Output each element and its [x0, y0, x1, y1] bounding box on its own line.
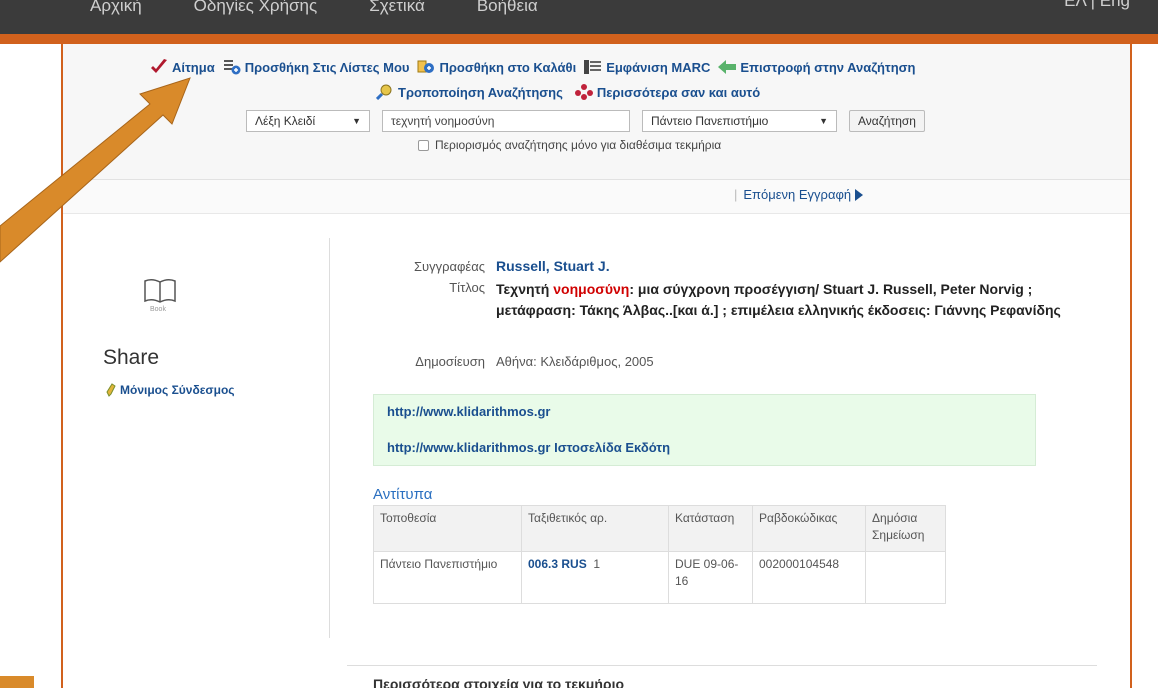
nav-home[interactable]: Αρχική [90, 0, 142, 16]
copies-heading: Αντίτυπα [373, 486, 433, 503]
marc-view-label: Εμφάνιση MARC [606, 59, 711, 75]
record-title: Τεχνητή νοημοσύνη: μια σύγχρονη προσέγγι… [496, 279, 1081, 321]
back-to-search-label: Επιστροφή στην Αναζήτηση [740, 59, 916, 75]
copy-callno-cell: 006.3 RUS 1 [521, 551, 669, 604]
nav-user-guide[interactable]: Οδηγίες Χρήσης [194, 0, 318, 16]
search-field-select[interactable]: Λέξη Κλειδί ▼ [246, 110, 370, 132]
table-row: Πάντειο Πανεπιστήμιο 006.3 RUS 1 DUE 09-… [373, 551, 946, 604]
language-switch[interactable]: ΕΛ | Eng [1064, 0, 1130, 11]
add-to-lists-label: Προσθήκη Στις Λίστες Μου [244, 59, 410, 75]
permalink-label: Μόνιμος Σύνδεσμος [120, 383, 235, 397]
library-select-value: Πάντειο Πανεπιστήμιο [651, 114, 769, 128]
record-actions-row1: Αίτημα Προσθήκη Στις Λίστες Μου Προσθήκη… [150, 59, 923, 75]
modify-search-label: Τροποποίηση Αναζήτησης [398, 84, 563, 100]
title-label: Τίτλος [449, 280, 485, 295]
column-header: Κατάσταση [668, 505, 753, 552]
cart-add-icon [417, 60, 435, 73]
more-info-heading[interactable]: Περισσότερα στοιχεία για το τεκμήριο [373, 676, 624, 688]
magnifier-icon [376, 84, 392, 100]
next-record-label: Επόμενη Εγγραφή [743, 187, 852, 202]
publication-value: Αθήνα: Κλειδάριθμος, 2005 [496, 354, 654, 369]
section-divider [347, 665, 1097, 666]
limit-available-checkbox[interactable] [418, 139, 429, 151]
copy-location: Πάντειο Πανεπιστήμιο [373, 551, 522, 604]
modify-search-button[interactable]: Τροποποίηση Αναζήτησης [376, 84, 563, 100]
chevron-down-icon: ▼ [352, 116, 361, 126]
add-to-cart-label: Προσθήκη στο Καλάθι [439, 59, 577, 75]
search-button[interactable]: Αναζήτηση [849, 110, 925, 132]
marc-view-button[interactable]: Εμφάνιση MARC [584, 59, 710, 75]
book-format-caption: Book [150, 306, 166, 313]
column-header: Ταξιθετικός αρ. [521, 505, 669, 552]
copy-number: 1 [593, 557, 601, 571]
marc-icon [584, 60, 602, 74]
column-header: Δημόσια Σημείωση [865, 505, 946, 552]
add-list-icon [223, 60, 241, 75]
navbar-accent-stripe [0, 34, 1158, 44]
search-field-value: Λέξη Κλειδί [255, 114, 316, 128]
permalink[interactable]: Μόνιμος Σύνδεσμος [106, 383, 235, 397]
add-to-cart-button[interactable]: Προσθήκη στο Καλάθι [417, 59, 576, 75]
record-nav-bar [63, 180, 1130, 214]
publication-label: Δημοσίευση [415, 354, 485, 369]
copy-barcode: 002000104548 [752, 551, 866, 604]
search-query-input[interactable]: τεχνητή νοημοσύνη [382, 110, 630, 132]
main-nav: Αρχική Οδηγίες Χρήσης Σχετικά Βοήθεια [90, 0, 590, 30]
more-like-this-button[interactable]: Περισσότερα σαν και αυτό [574, 84, 761, 100]
author-label: Συγγραφέας [413, 259, 485, 274]
limit-available: Περιορισμός αναζήτησης μόνο για διαθέσιμ… [418, 138, 721, 152]
arrow-right-icon [855, 188, 864, 201]
nav-about[interactable]: Σχετικά [369, 0, 425, 16]
request-button[interactable]: Αίτημα [150, 59, 215, 75]
nav-help[interactable]: Βοήθεια [477, 0, 538, 16]
next-record-link[interactable]: | Επόμενη Εγγραφή [734, 187, 864, 202]
table-header-row: Τοποθεσία Ταξιθετικός αρ. Κατάσταση Ραβδ… [373, 505, 946, 552]
checkmark-icon [151, 59, 167, 73]
chevron-down-icon: ▼ [819, 116, 828, 126]
record-actions-row2: Τροποποίηση Αναζήτησης Περισσότερα σαν κ… [376, 84, 772, 100]
back-arrow-icon [718, 60, 737, 74]
publisher-link-1[interactable]: http://www.klidarithmos.gr [387, 404, 550, 419]
content-border-right [1130, 44, 1132, 688]
book-icon [144, 278, 176, 303]
search-row: Λέξη Κλειδί ▼ τεχνητή νοημοσύνη Πάντειο … [246, 110, 925, 132]
title-pre: Τεχνητή [496, 281, 554, 297]
request-label: Αίτημα [172, 59, 215, 75]
add-to-lists-button[interactable]: Προσθήκη Στις Λίστες Μου [223, 59, 410, 75]
pen-icon [106, 383, 116, 397]
callno-link[interactable]: 006.3 RUS [528, 557, 587, 571]
more-like-this-label: Περισσότερα σαν και αυτό [596, 84, 761, 100]
column-header: Ραβδοκώδικας [752, 505, 866, 552]
back-to-search-button[interactable]: Επιστροφή στην Αναζήτηση [718, 59, 915, 75]
column-header: Τοποθεσία [373, 505, 522, 552]
author-link[interactable]: Russell, Stuart J. [496, 258, 610, 274]
library-select[interactable]: Πάντειο Πανεπιστήμιο ▼ [642, 110, 837, 132]
copy-status: DUE 09-06-16 [668, 551, 753, 604]
title-highlight: νοημοσύνη [553, 281, 630, 297]
copy-note [865, 551, 946, 604]
share-heading: Share [103, 346, 160, 369]
column-divider [329, 238, 330, 638]
divider: | [734, 187, 738, 202]
publisher-link-2[interactable]: http://www.klidarithmos.gr Ιστοσελίδα Εκ… [387, 440, 670, 455]
more-like-icon [574, 84, 593, 100]
limit-available-label: Περιορισμός αναζήτησης μόνο για διαθέσιμ… [435, 138, 722, 152]
copies-table: Τοποθεσία Ταξιθετικός αρ. Κατάσταση Ραβδ… [373, 505, 946, 604]
